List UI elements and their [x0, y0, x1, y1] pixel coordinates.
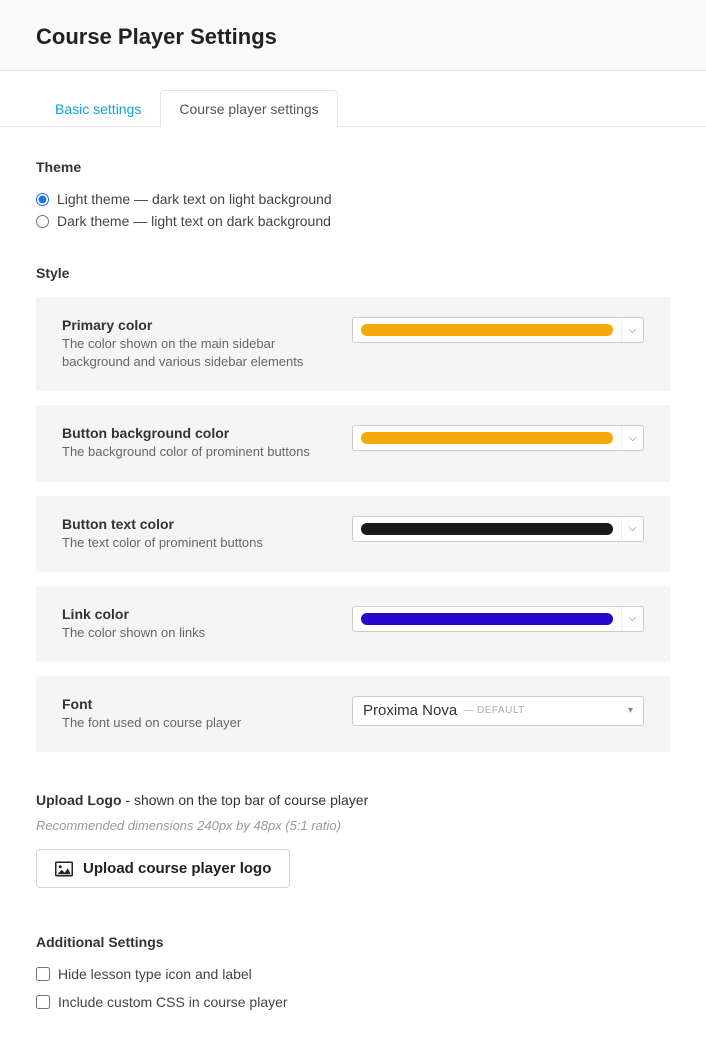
- checkbox-custom-css[interactable]: Include custom CSS in course player: [36, 994, 670, 1010]
- additional-settings-label: Additional Settings: [36, 934, 670, 950]
- link-color-desc: The color shown on links: [62, 624, 332, 642]
- chevron-down-icon: ⌵: [621, 318, 643, 342]
- checkbox-hide-lesson-icon[interactable]: Hide lesson type icon and label: [36, 966, 670, 982]
- chevron-down-icon: ⌵: [621, 426, 643, 450]
- style-card-button-bg: Button background color The background c…: [36, 405, 670, 481]
- style-card-button-text: Button text color The text color of prom…: [36, 496, 670, 572]
- button-text-desc: The text color of prominent buttons: [62, 534, 332, 552]
- checkbox-label-hide-icon: Hide lesson type icon and label: [58, 966, 252, 982]
- upload-logo-section: Upload Logo - shown on the top bar of co…: [36, 792, 670, 888]
- style-label: Style: [36, 265, 670, 281]
- primary-color-desc: The color shown on the main sidebar back…: [62, 335, 332, 371]
- radio-light-theme[interactable]: Light theme — dark text on light backgro…: [36, 191, 670, 207]
- upload-logo-title: Upload Logo - shown on the top bar of co…: [36, 792, 670, 808]
- button-bg-desc: The background color of prominent button…: [62, 443, 332, 461]
- checkbox-label-custom-css: Include custom CSS in course player: [58, 994, 288, 1010]
- theme-section: Theme Light theme — dark text on light b…: [36, 159, 670, 229]
- radio-dark-theme[interactable]: Dark theme — light text on dark backgrou…: [36, 213, 670, 229]
- link-color-picker[interactable]: ⌵: [352, 606, 644, 632]
- settings-tabs: Basic settings Course player settings: [0, 89, 706, 127]
- tab-course-player-settings[interactable]: Course player settings: [160, 90, 337, 127]
- upload-logo-button[interactable]: Upload course player logo: [36, 849, 290, 888]
- link-color-swatch: [361, 613, 613, 625]
- link-color-title: Link color: [62, 606, 332, 622]
- checkbox-input-custom-css[interactable]: [36, 995, 50, 1009]
- radio-input-dark[interactable]: [36, 215, 49, 228]
- font-desc: The font used on course player: [62, 714, 332, 732]
- upload-logo-button-label: Upload course player logo: [83, 860, 271, 877]
- font-default-label: — DEFAULT: [463, 705, 525, 716]
- radio-input-light[interactable]: [36, 193, 49, 206]
- primary-color-picker[interactable]: ⌵: [352, 317, 644, 343]
- chevron-down-icon: ⌵: [621, 607, 643, 631]
- style-section: Style Primary color The color shown on t…: [36, 265, 670, 752]
- font-title: Font: [62, 696, 332, 712]
- primary-color-title: Primary color: [62, 317, 332, 333]
- upload-logo-title-rest: - shown on the top bar of course player: [122, 792, 369, 808]
- font-dropdown[interactable]: Proxima Nova — DEFAULT ▾: [352, 696, 644, 726]
- button-bg-swatch: [361, 432, 613, 444]
- page-title: Course Player Settings: [36, 24, 670, 50]
- button-bg-title: Button background color: [62, 425, 332, 441]
- style-card-link-color: Link color The color shown on links ⌵: [36, 586, 670, 662]
- image-icon: [55, 861, 73, 877]
- radio-label-dark: Dark theme — light text on dark backgrou…: [57, 213, 331, 229]
- chevron-down-icon: ⌵: [621, 517, 643, 541]
- checkbox-input-hide-icon[interactable]: [36, 967, 50, 981]
- font-value: Proxima Nova: [363, 702, 457, 719]
- additional-settings-section: Additional Settings Hide lesson type ico…: [36, 934, 670, 1010]
- upload-logo-title-bold: Upload Logo: [36, 792, 122, 808]
- tab-basic-settings[interactable]: Basic settings: [36, 90, 160, 127]
- button-text-swatch: [361, 523, 613, 535]
- button-text-title: Button text color: [62, 516, 332, 532]
- caret-down-icon: ▾: [628, 705, 633, 716]
- theme-label: Theme: [36, 159, 670, 175]
- button-bg-color-picker[interactable]: ⌵: [352, 425, 644, 451]
- upload-logo-hint: Recommended dimensions 240px by 48px (5:…: [36, 818, 670, 833]
- primary-color-swatch: [361, 324, 613, 336]
- style-card-primary-color: Primary color The color shown on the mai…: [36, 297, 670, 391]
- style-card-font: Font The font used on course player Prox…: [36, 676, 670, 752]
- content-area: Theme Light theme — dark text on light b…: [0, 127, 706, 1050]
- radio-label-light: Light theme — dark text on light backgro…: [57, 191, 332, 207]
- page-header: Course Player Settings: [0, 0, 706, 71]
- button-text-color-picker[interactable]: ⌵: [352, 516, 644, 542]
